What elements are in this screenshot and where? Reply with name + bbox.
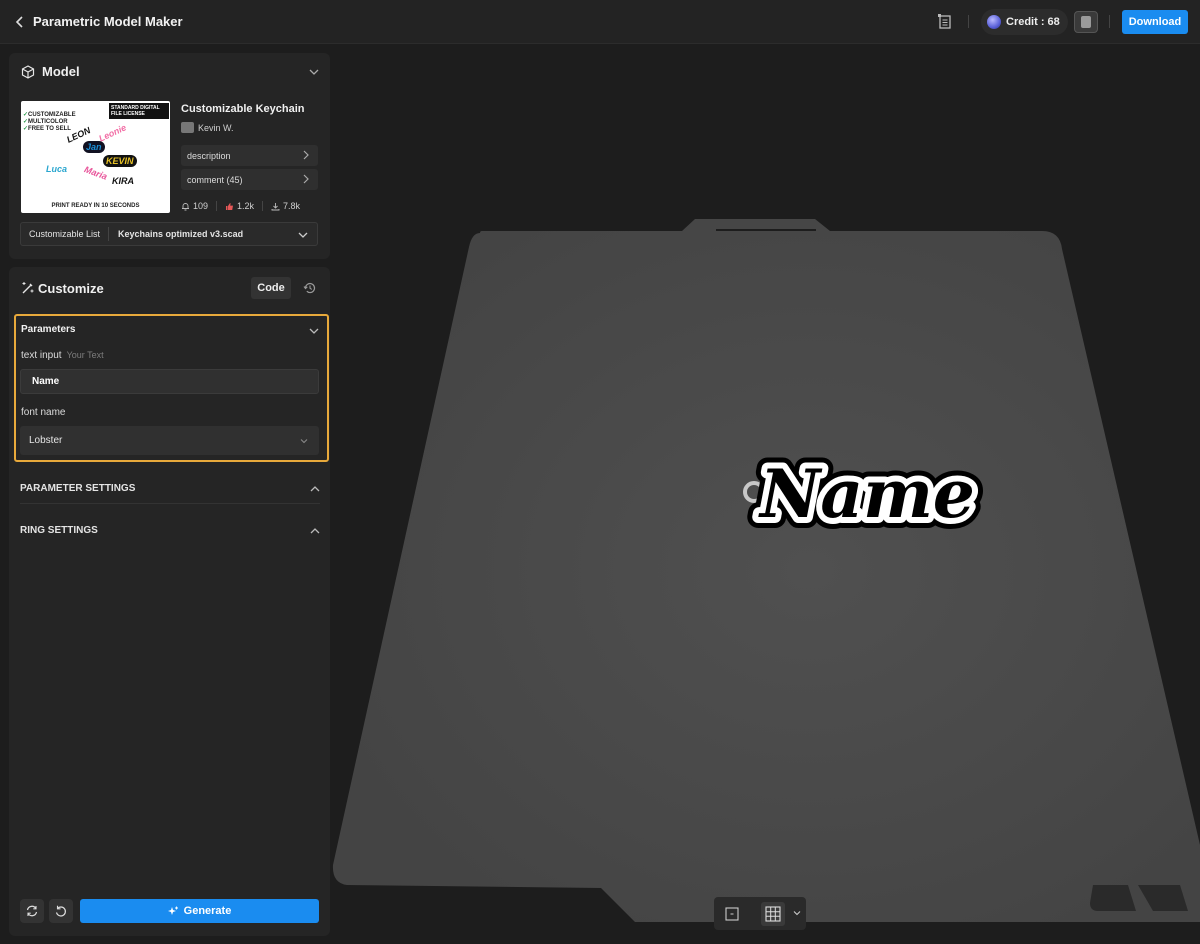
font-name-value: Lobster [29, 435, 63, 446]
author-name: Kevin W. [198, 122, 234, 133]
comment-label: comment (45) [187, 174, 243, 185]
customizable-list-value: Keychains optimized v3.scad [118, 229, 244, 239]
model-stats: 109 1.2k 7.8k [181, 200, 321, 212]
refresh-icon [26, 905, 38, 917]
keychain-preview[interactable]: Name Name Name [330, 45, 1200, 944]
chevron-up-icon [310, 528, 320, 534]
viewport-toolbar [714, 897, 806, 930]
text-input-label: text input Your Text [21, 350, 104, 361]
avatar[interactable] [1074, 11, 1098, 33]
undo-icon [55, 905, 66, 917]
keychain-sticker: KEVIN [103, 155, 137, 167]
credit-badge[interactable]: Credit : 68 [981, 9, 1068, 35]
chevron-left-icon[interactable] [12, 13, 28, 31]
chevron-right-icon [303, 150, 309, 160]
model-panel-title: Model [42, 64, 80, 79]
keychain-sticker: Jan [83, 141, 105, 153]
model-thumbnail[interactable]: ✓CUSTOMIZABLE ✓MULTICOLOR ✓FREE TO SELL … [21, 101, 170, 213]
customize-panel-header: Customize Code [9, 267, 330, 309]
license-badge: STANDARD DIGITAL FILE LICENSE [109, 103, 169, 119]
square-icon [725, 907, 739, 921]
undo-button[interactable] [49, 899, 73, 923]
divider [216, 201, 218, 211]
boost-stat[interactable]: 1.2k [225, 201, 254, 211]
chevron-down-icon[interactable] [793, 909, 801, 917]
downloads-count: 7.8k [283, 201, 301, 211]
font-name-select[interactable]: Lobster [20, 426, 319, 455]
chevron-down-icon[interactable] [309, 326, 319, 336]
chevron-right-icon [303, 174, 309, 184]
parameter-settings-title: PARAMETER SETTINGS [20, 483, 136, 494]
code-button[interactable]: Code [251, 277, 291, 299]
chevron-down-icon [300, 439, 308, 444]
generate-button[interactable]: Generate [80, 899, 319, 923]
thumbnail-features: ✓CUSTOMIZABLE ✓MULTICOLOR ✓FREE TO SELL [23, 112, 76, 132]
comment-row[interactable]: comment (45) [181, 169, 318, 190]
thumbnail-caption: PRINT READY IN 10 SECONDS [51, 203, 140, 209]
thumbs-up-icon [226, 202, 234, 210]
model-panel: Model ✓CUSTOMIZABLE ✓MULTICOLOR ✓FREE TO… [9, 53, 330, 259]
credit-orb-icon [987, 15, 1001, 29]
generate-label: Generate [183, 905, 232, 917]
divider [968, 15, 969, 28]
history-icon[interactable] [303, 281, 317, 295]
download-button[interactable]: Download [1122, 10, 1188, 34]
3d-viewport[interactable]: Name Name Name [330, 45, 1200, 944]
keychain-text: Name [758, 455, 975, 533]
chevron-up-icon [310, 486, 320, 492]
divider [262, 201, 264, 211]
parameters-group: Parameters text inputYour Text font name… [14, 314, 329, 462]
bell-icon [182, 202, 189, 210]
document-icon[interactable] [937, 13, 953, 31]
text-input-field[interactable] [20, 369, 319, 394]
font-name-label: font name [21, 407, 66, 418]
download-icon [271, 202, 280, 210]
description-row[interactable]: description [181, 145, 318, 166]
author-avatar [181, 122, 194, 133]
author[interactable]: Kevin W. [181, 122, 234, 133]
chevron-down-icon [298, 232, 308, 238]
ring-settings-title: RING SETTINGS [20, 525, 98, 536]
description-label: description [187, 150, 231, 161]
keychain-sticker: Luca [46, 164, 68, 174]
view-mode-button[interactable] [720, 902, 744, 926]
text-input-hint: Your Text [66, 350, 104, 360]
customize-panel-title: Customize [38, 281, 104, 296]
boosts-count: 1.2k [237, 201, 255, 211]
app-title: Parametric Model Maker [33, 14, 183, 29]
customizable-list-select[interactable]: Customizable List Keychains optimized v3… [20, 222, 318, 246]
divider [1109, 15, 1110, 28]
model-panel-header[interactable]: Model [9, 53, 330, 91]
model-name[interactable]: Customizable Keychain [181, 103, 304, 115]
sparkle-icon [167, 906, 178, 915]
magic-wand-icon [22, 282, 34, 294]
refresh-button[interactable] [20, 899, 44, 923]
cube-icon [21, 65, 35, 79]
keychain-sticker: KIRA [112, 176, 134, 186]
grid-icon [765, 906, 781, 922]
parameters-title[interactable]: Parameters [21, 324, 75, 335]
chevron-down-icon[interactable] [309, 67, 319, 77]
top-bar: Parametric Model Maker Credit : 68 Downl… [0, 0, 1200, 44]
grid-toggle-button[interactable] [761, 902, 785, 926]
credit-label: Credit : 68 [1006, 16, 1060, 28]
like-stat[interactable]: 109 [181, 201, 208, 211]
customizable-list-label: Customizable List [21, 227, 110, 241]
ring-settings-section[interactable]: RING SETTINGS [20, 516, 320, 546]
parameter-settings-section[interactable]: PARAMETER SETTINGS [20, 474, 320, 504]
download-stat[interactable]: 7.8k [271, 201, 300, 211]
likes-count: 109 [193, 201, 209, 211]
customize-panel: Customize Code Parameters text input Your… [9, 267, 330, 936]
divider [20, 503, 320, 504]
